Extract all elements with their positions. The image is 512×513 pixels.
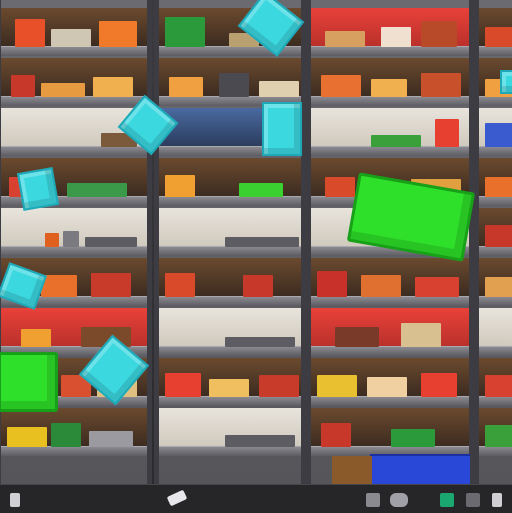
shelf-row [311,258,469,306]
shelf-row [479,258,512,306]
shelf-row [311,358,469,406]
shelf-row [159,258,301,306]
shelf-row [311,58,469,106]
shelf-row [311,8,469,56]
shelf-column-2 [154,0,306,484]
shelf-row [1,58,147,106]
letter-p-icon[interactable] [492,493,502,507]
shelf-row [1,208,147,256]
square-icon[interactable] [466,493,480,507]
shelf-row [311,308,469,356]
gamepad-icon[interactable] [166,489,188,507]
shelf-row [159,408,301,456]
blue-bin [370,454,470,486]
shelf-row [1,8,147,56]
shelf-row [479,158,512,206]
shelf-row [311,408,469,456]
shelf-row [479,408,512,456]
shelf-row [159,208,301,256]
shelf-row [159,158,301,206]
wooden-crate [332,456,372,484]
shelf-row [159,58,301,106]
green-square-icon[interactable] [440,493,454,507]
toy-shelves-scene [0,0,512,512]
shelf-row [311,108,469,156]
green-block [0,352,58,412]
cyan-cube [500,70,512,94]
shelf-row [1,408,147,456]
grid-icon[interactable] [366,493,380,507]
shelf-row [159,308,301,356]
shelf-row [479,8,512,56]
shelf-row [479,208,512,256]
controller-icon[interactable] [390,493,408,507]
shelf-row [479,308,512,356]
cyan-cube [16,167,60,211]
shelf-row [479,358,512,406]
cyan-cube [262,102,302,156]
shelf-row [479,108,512,156]
mug-icon[interactable] [10,493,20,507]
bottom-bar [0,484,512,513]
shelf-row [159,358,301,406]
